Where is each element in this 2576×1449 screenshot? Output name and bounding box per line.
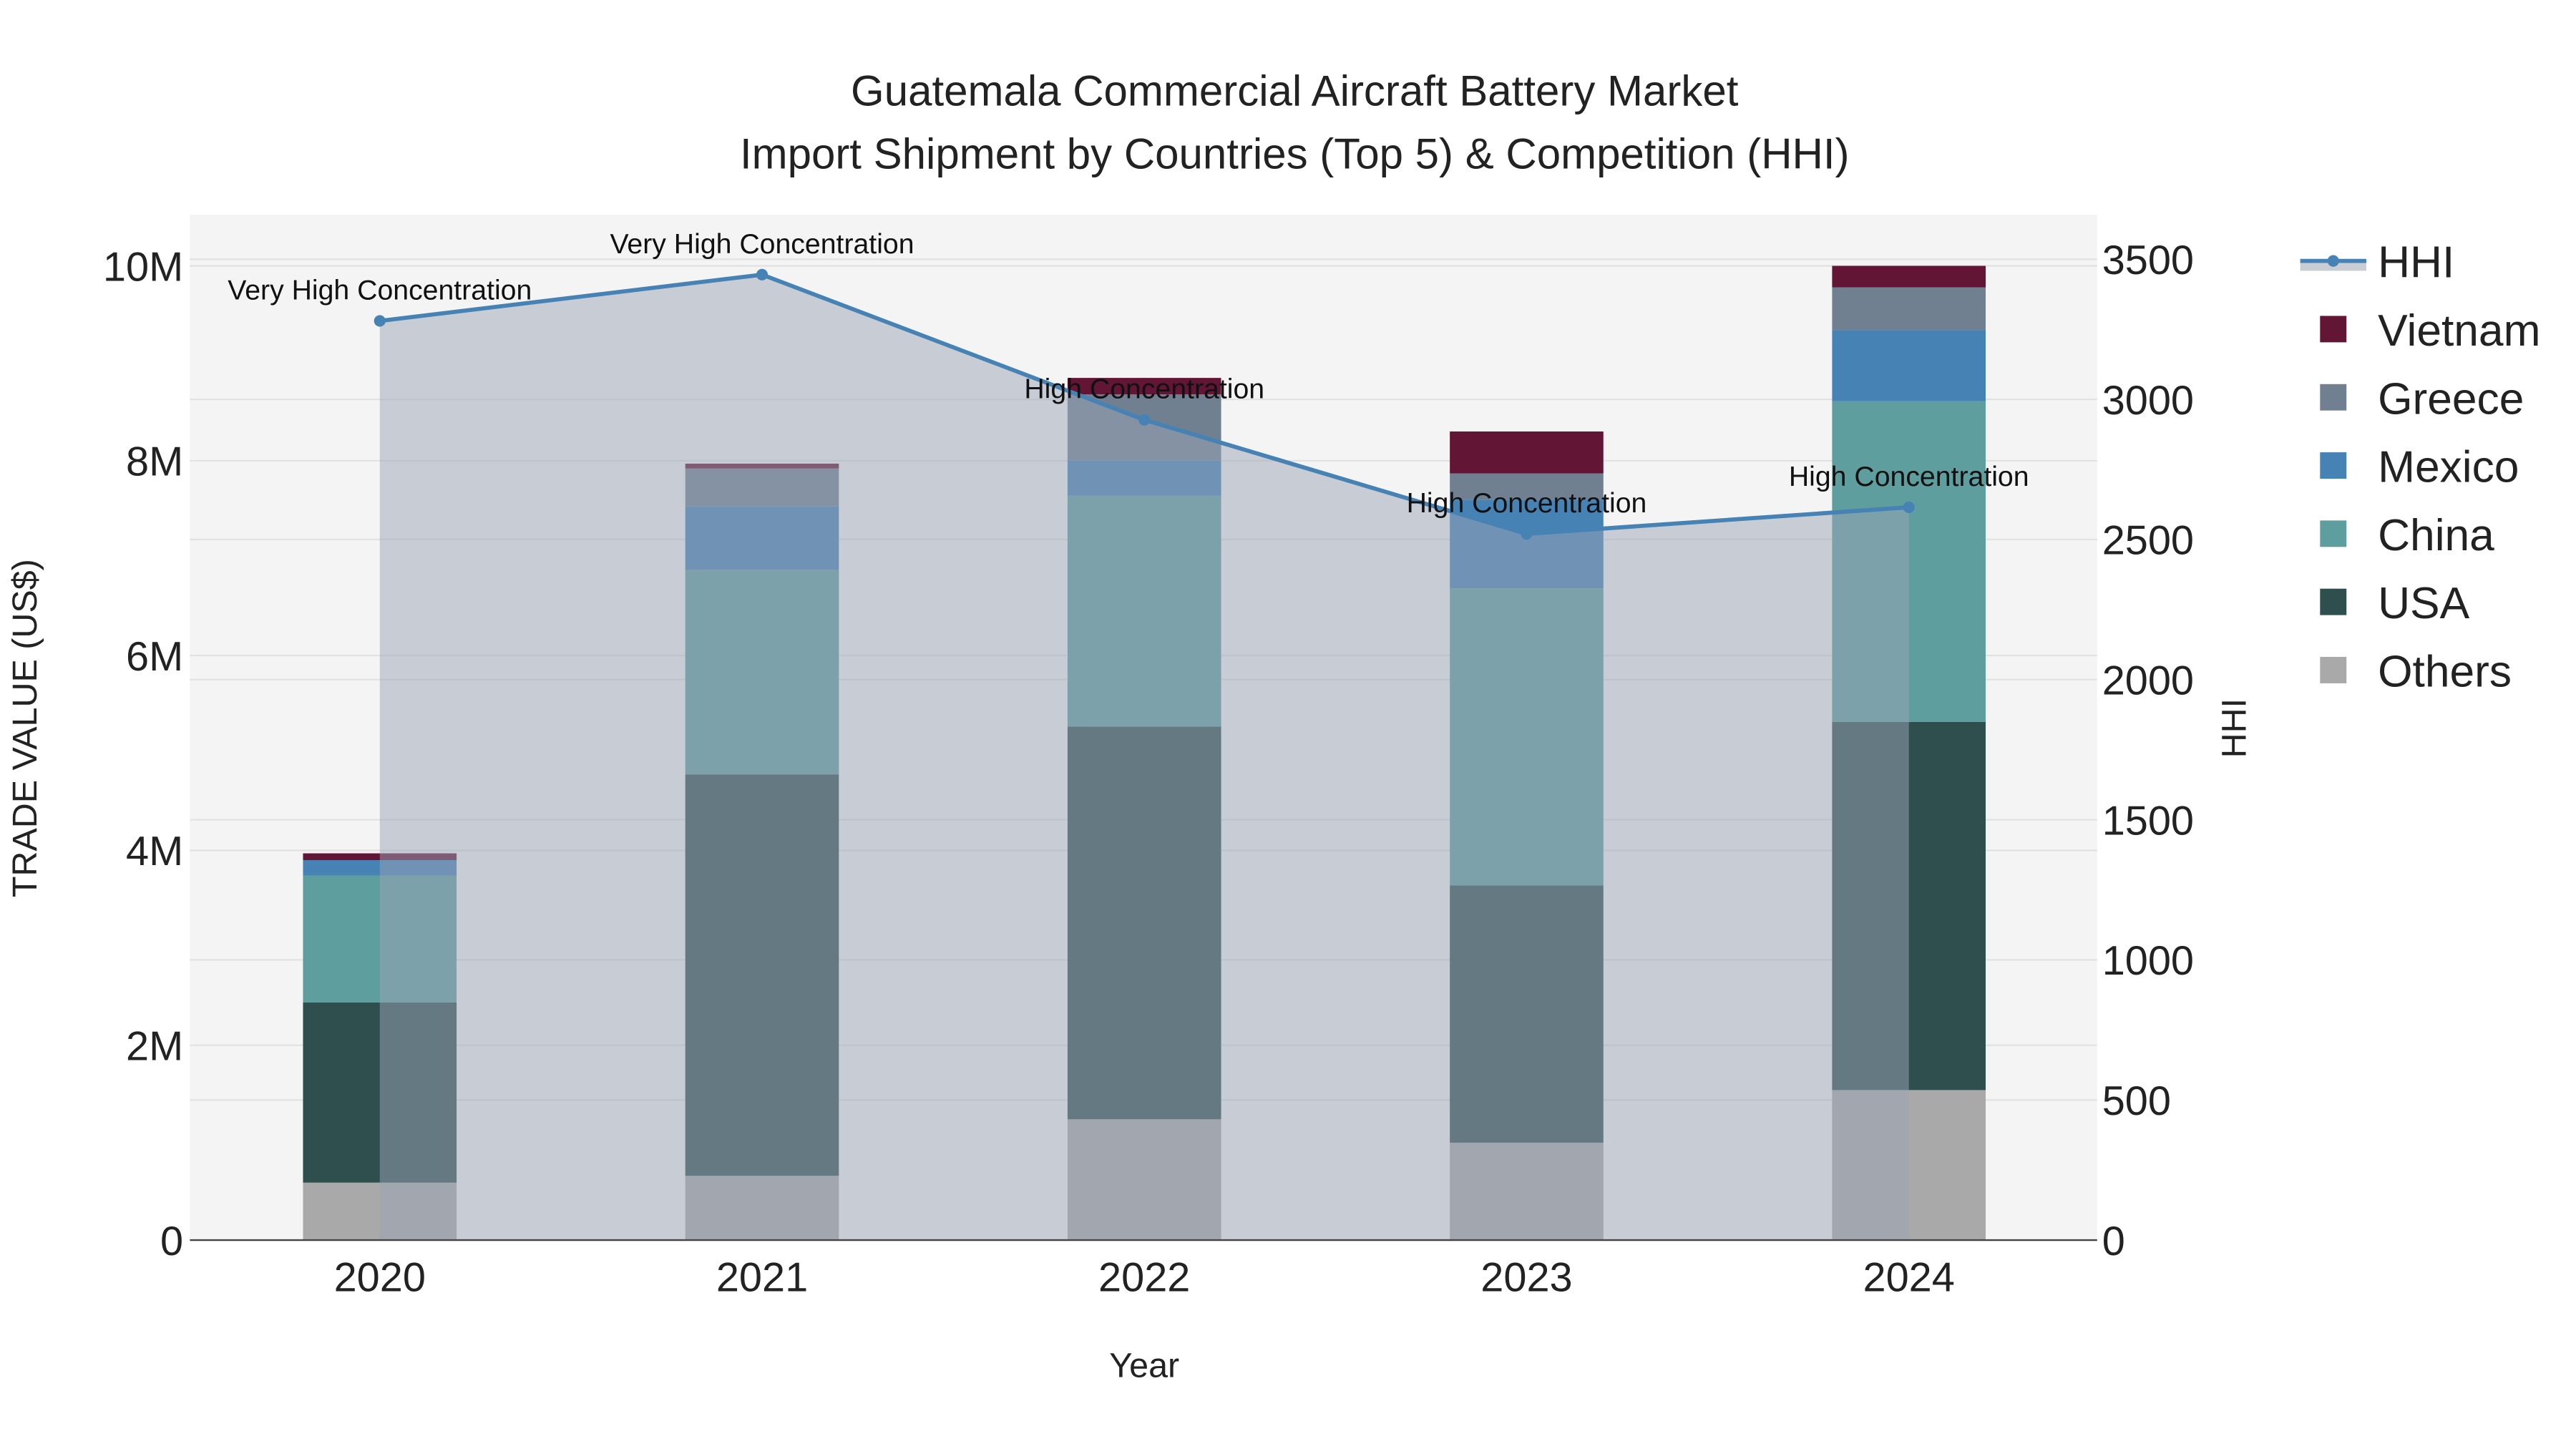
legend-label-usa: USA bbox=[2378, 579, 2470, 628]
legend-swatch-greece bbox=[2320, 384, 2347, 411]
legend-label-greece: Greece bbox=[2378, 374, 2524, 424]
legend-hhi-marker bbox=[2327, 255, 2339, 267]
x-tick-label: 2020 bbox=[334, 1255, 426, 1301]
y-tick-label: 8M bbox=[126, 439, 183, 485]
y-axis-label: TRADE VALUE (US$) bbox=[6, 559, 44, 897]
hhi-annotation: High Concentration bbox=[1407, 487, 1647, 519]
y2-tick-label: 0 bbox=[2102, 1219, 2125, 1264]
y2-tick-label: 3000 bbox=[2102, 378, 2194, 424]
x-tick-label: 2023 bbox=[1480, 1255, 1572, 1301]
hhi-annotation: Very High Concentration bbox=[610, 228, 914, 260]
legend-label-hhi: HHI bbox=[2378, 238, 2454, 288]
y-tick-label: 4M bbox=[126, 829, 183, 874]
legend-swatch-others bbox=[2320, 657, 2347, 683]
legend-swatch-china bbox=[2320, 520, 2347, 547]
chart-title: Guatemala Commercial Aircraft Battery Ma… bbox=[851, 67, 1739, 115]
x-axis-label: Year bbox=[1109, 1347, 1179, 1385]
hhi-point-2021 bbox=[756, 268, 769, 280]
bar-greece-2024 bbox=[1832, 287, 1986, 331]
bar-vietnam-2024 bbox=[1832, 265, 1986, 288]
chart-container: 0 2M 4M 6M 8M 10M 0 500 1000 1500 2000 2500 3000 3500… bbox=[0, 0, 2576, 1449]
legend-label-others: Others bbox=[2378, 648, 2512, 697]
y2-axis-label: HHI bbox=[2215, 698, 2253, 758]
legend-label-mexico: Mexico bbox=[2378, 443, 2519, 492]
hhi-point-2020 bbox=[374, 315, 386, 327]
y2-tick-label: 1500 bbox=[2102, 798, 2194, 844]
hhi-point-2022 bbox=[1138, 414, 1151, 426]
hhi-annotation: High Concentration bbox=[1789, 461, 2029, 492]
y2-tick-label: 2000 bbox=[2102, 658, 2194, 704]
bar-mexico-2024 bbox=[1832, 330, 1986, 401]
legend-swatch-usa bbox=[2320, 588, 2347, 615]
hhi-annotation: Very High Concentration bbox=[228, 274, 532, 306]
y-tick-label: 0 bbox=[160, 1219, 183, 1264]
x-tick-label: 2021 bbox=[716, 1255, 808, 1301]
legend-label-vietnam: Vietnam bbox=[2378, 306, 2540, 356]
y-tick-label: 2M bbox=[126, 1024, 183, 1070]
y-tick-label: 10M bbox=[103, 244, 183, 290]
y-tick-label: 6M bbox=[126, 634, 183, 680]
hhi-point-2024 bbox=[1903, 501, 1915, 513]
legend-swatch-mexico bbox=[2320, 452, 2347, 479]
chart-subtitle: Import Shipment by Countries (Top 5) & C… bbox=[740, 130, 1850, 177]
legend-swatch-vietnam bbox=[2320, 316, 2347, 343]
y2-tick-label: 1000 bbox=[2102, 938, 2194, 984]
y2-tick-label: 3500 bbox=[2102, 238, 2194, 283]
y2-tick-label: 2500 bbox=[2102, 518, 2194, 564]
chart: 0 2M 4M 6M 8M 10M 0 500 1000 1500 2000 2500 3000 3500… bbox=[0, 0, 2576, 1449]
hhi-annotation: High Concentration bbox=[1024, 374, 1264, 405]
legend-label-china: China bbox=[2378, 511, 2494, 560]
y2-tick-label: 500 bbox=[2102, 1078, 2171, 1124]
x-tick-label: 2024 bbox=[1863, 1255, 1955, 1301]
x-tick-label: 2022 bbox=[1098, 1255, 1190, 1301]
hhi-point-2023 bbox=[1521, 528, 1533, 540]
bar-vietnam-2023 bbox=[1450, 431, 1604, 474]
